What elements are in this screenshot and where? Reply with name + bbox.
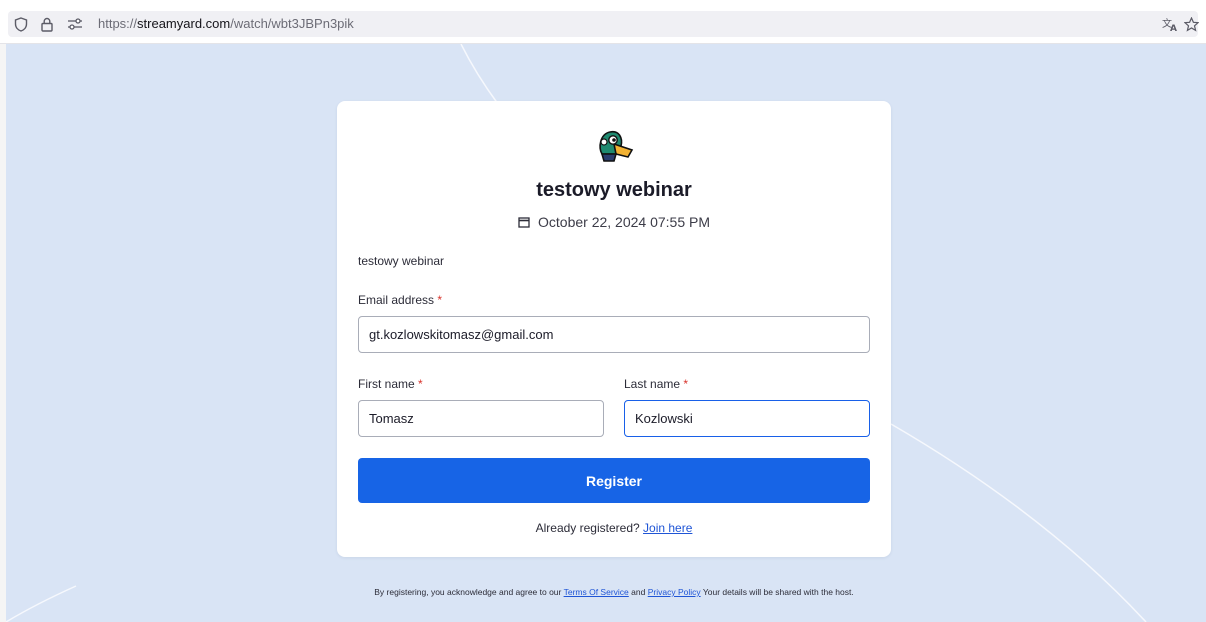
- terms-of-service-link[interactable]: Terms Of Service: [564, 587, 629, 597]
- legal-notice: By registering, you acknowledge and agre…: [337, 586, 891, 599]
- duck-logo-icon: [599, 130, 634, 162]
- url-host: streamyard.com: [137, 16, 231, 31]
- event-title: testowy webinar: [536, 179, 692, 201]
- legal-suffix: Your details will be shared with the hos…: [702, 587, 854, 597]
- email-label: Email address *: [358, 293, 442, 307]
- browser-toolbar: https://streamyard.com/watch/wbt3JBPn3pi…: [0, 0, 1206, 44]
- last-name-field[interactable]: [624, 400, 870, 437]
- first-name-field[interactable]: [358, 400, 604, 437]
- registration-card: testowy webinar October 22, 2024 07:55 P…: [337, 101, 891, 557]
- email-field[interactable]: [358, 316, 870, 353]
- email-label-text: Email address: [358, 293, 435, 307]
- required-mark: *: [437, 293, 443, 307]
- required-mark: *: [683, 377, 689, 391]
- event-date: October 22, 2024 07:55 PM: [337, 214, 891, 230]
- already-registered: Already registered? Join here: [337, 521, 891, 535]
- page-background: testowy webinar October 22, 2024 07:55 P…: [6, 44, 1206, 622]
- url-scheme: https://: [98, 16, 138, 31]
- join-here-link[interactable]: Join here: [643, 521, 692, 535]
- shield-icon[interactable]: [12, 11, 30, 37]
- bookmark-star-icon[interactable]: [1182, 11, 1200, 37]
- legal-prefix: By registering, you acknowledge and agre…: [374, 587, 562, 597]
- calendar-icon: [518, 217, 530, 228]
- svg-text:A: A: [1170, 24, 1177, 32]
- translate-icon[interactable]: 文A: [1160, 11, 1180, 37]
- url-path: /watch/wbt3JBPn3pik: [230, 16, 354, 31]
- already-registered-text: Already registered?: [535, 521, 640, 535]
- last-name-label: Last name *: [624, 377, 688, 391]
- event-description: testowy webinar: [358, 254, 445, 268]
- permissions-icon[interactable]: [64, 11, 86, 37]
- first-name-label-text: First name: [358, 377, 415, 391]
- url-text[interactable]: https://streamyard.com/watch/wbt3JBPn3pi…: [98, 11, 354, 37]
- privacy-policy-link[interactable]: Privacy Policy: [648, 587, 701, 597]
- required-mark: *: [418, 377, 423, 391]
- lock-icon[interactable]: [38, 11, 56, 37]
- legal-and: and: [631, 587, 646, 597]
- first-name-label: First name *: [358, 377, 423, 391]
- register-button[interactable]: Register: [358, 458, 870, 503]
- last-name-label-text: Last name: [624, 377, 681, 391]
- event-datetime: October 22, 2024 07:55 PM: [538, 214, 710, 230]
- address-bar[interactable]: https://streamyard.com/watch/wbt3JBPn3pi…: [8, 11, 1200, 37]
